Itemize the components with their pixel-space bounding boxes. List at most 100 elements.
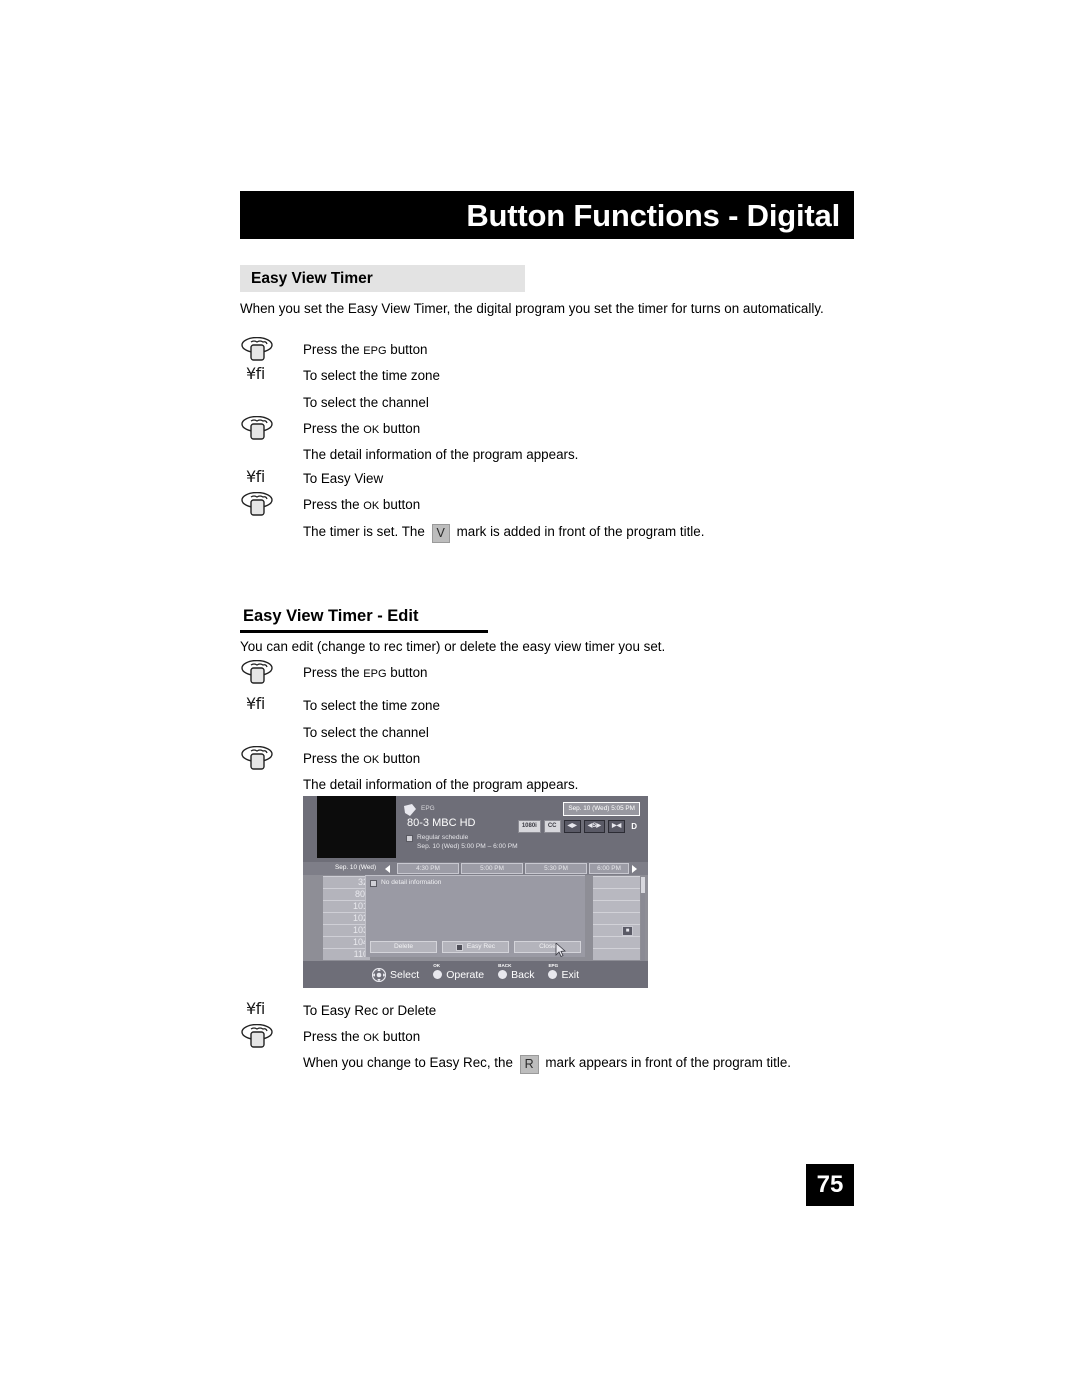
hand-press-icon — [240, 337, 298, 363]
arrow-updown-icon: ¥fi — [240, 466, 298, 492]
page-title: Button Functions - Digital — [466, 197, 840, 233]
epg-logo-label: EPG — [421, 805, 435, 812]
prev-time-arrow-icon[interactable] — [385, 865, 390, 873]
back-button-icon: BACK — [498, 963, 511, 979]
arrow-glyph: ¥fi — [246, 467, 265, 486]
step-label: To select the time zone — [303, 698, 440, 713]
nav-item-operate[interactable]: OK Operate — [433, 963, 484, 981]
next-time-arrow-icon[interactable] — [632, 865, 637, 873]
rec-icon — [455, 943, 463, 951]
step-row: Press the OK button — [240, 746, 850, 772]
nav-item-exit[interactable]: EPG Exit — [548, 963, 579, 981]
badge-cc: CC — [543, 820, 561, 833]
arrow-updown-icon: ¥fi — [240, 363, 298, 389]
v-mark-badge: V — [431, 524, 450, 543]
epg-scrollbar-thumb[interactable] — [641, 877, 645, 893]
nav-item-back[interactable]: BACK Back — [498, 963, 535, 981]
badge-digital: D — [631, 822, 637, 831]
arrow-updown-icon: ¥fi — [240, 693, 298, 719]
channel-cell[interactable]: 103 — [323, 924, 370, 936]
step-row: Press the OK button — [240, 492, 850, 518]
epg-clock: Sep. 10 (Wed) 5:05 PM — [563, 802, 640, 816]
section-heading-label: Easy View Timer — [251, 269, 373, 287]
epg-navigation-bar: Select OK Operate BACK Back EPG Exit — [303, 961, 648, 988]
channel-cell[interactable]: 101 — [323, 900, 370, 912]
nav-label: Select — [390, 968, 420, 981]
step-row: ¥fi To Easy Rec or Delete — [240, 998, 850, 1024]
badge-aspect: ▶◀ — [607, 820, 626, 833]
time-slot[interactable]: 6:00 PM — [589, 863, 629, 874]
epg-screenshot: EPG 80-3 MBC HD Regular schedule Sep. 10… — [303, 796, 648, 988]
step-row: Press the OK button — [240, 1024, 850, 1050]
step-row: The detail information of the program ap… — [240, 772, 850, 798]
epg-schedule-type: Regular schedule — [417, 834, 469, 841]
program-cell[interactable] — [593, 888, 640, 900]
step-row: ¥fi To select the time zone — [240, 693, 850, 719]
nav-cap: EPG — [548, 963, 559, 968]
manual-page: Button Functions - Digital Easy View Tim… — [0, 0, 1080, 1397]
step-label: The detail information of the program ap… — [303, 777, 579, 792]
no-icon-spacer — [240, 720, 298, 746]
step-row: Press the EPG button — [240, 337, 850, 363]
step-row: To select the channel — [240, 720, 850, 746]
channel-cell[interactable]: 80- — [323, 888, 370, 900]
program-detail-dialog: No detail information Delete Easy Rec Cl… — [365, 875, 585, 957]
detail-message: No detail information — [381, 879, 442, 886]
channel-cell[interactable]: 104 — [323, 936, 370, 948]
nav-label: Exit — [561, 968, 579, 981]
easy-rec-button[interactable]: Easy Rec — [442, 941, 509, 953]
hand-press-icon — [240, 746, 298, 772]
schedule-check-icon — [406, 835, 413, 842]
badge-audio: ◀▶ — [563, 820, 581, 833]
no-icon-spacer — [240, 442, 298, 468]
step-label: The detail information of the program ap… — [303, 447, 579, 462]
step-label: Press the OK button — [303, 1029, 421, 1044]
step-row: Press the EPG button — [240, 660, 850, 686]
section2-intro-text: You can edit (change to rec timer) or de… — [240, 639, 666, 654]
time-slot[interactable]: 5:00 PM — [461, 863, 523, 874]
time-slot[interactable]: 5:30 PM — [525, 863, 587, 874]
r-mark-badge: R — [519, 1055, 539, 1074]
epg-schedule-time: Sep. 10 (Wed) 5:00 PM – 6:00 PM — [417, 843, 518, 850]
epg-channel-name: 80-3 MBC HD — [407, 817, 476, 829]
dialog-button-row: Delete Easy Rec Close — [370, 941, 581, 953]
program-cell[interactable] — [593, 948, 640, 960]
channel-cell[interactable]: 110 — [323, 948, 370, 960]
badge-stereo: ◀S▶ — [583, 820, 605, 833]
step-label: Press the OK button — [303, 751, 421, 766]
step-row: To select the channel — [240, 390, 850, 416]
program-cell[interactable] — [593, 876, 640, 888]
dpad-icon — [372, 967, 386, 982]
step-row: Press the OK button — [240, 416, 850, 442]
epg-date-label: Sep. 10 (Wed) — [335, 864, 377, 871]
step-row-final: When you change to Easy Rec, the R mark … — [240, 1050, 850, 1076]
close-button[interactable]: Close — [514, 941, 581, 953]
step-label: Press the EPG button — [303, 342, 428, 357]
nav-cap: BACK — [498, 963, 512, 968]
channel-cell[interactable]: 102 — [323, 912, 370, 924]
program-cell[interactable] — [593, 936, 640, 948]
nav-label: Back — [511, 968, 535, 981]
section-heading-easy-view-timer: Easy View Timer — [240, 265, 525, 292]
time-slot[interactable]: 4:30 PM — [397, 863, 459, 874]
section-heading-label: Easy View Timer - Edit — [243, 607, 419, 625]
program-cell[interactable] — [593, 900, 640, 912]
arrow-glyph: ¥fi — [246, 364, 265, 383]
channel-cell[interactable]: 32 — [323, 876, 370, 888]
step-row-final: The timer is set. The V mark is added in… — [240, 519, 850, 545]
no-icon-spacer — [240, 519, 298, 545]
hand-press-icon — [240, 492, 298, 518]
page-header-banner: Button Functions - Digital — [240, 191, 854, 239]
timer-set-note: The timer is set. The V mark is added in… — [303, 523, 704, 543]
delete-button[interactable]: Delete — [370, 941, 437, 953]
easy-rec-note: When you change to Easy Rec, the R mark … — [303, 1054, 791, 1074]
step-label: Press the OK button — [303, 497, 421, 512]
epg-logo-icon — [404, 804, 416, 816]
arrow-glyph: ¥fi — [246, 999, 265, 1018]
nav-item-select[interactable]: Select — [372, 967, 420, 982]
program-cell[interactable] — [593, 912, 640, 924]
arrow-glyph: ¥fi — [246, 694, 265, 713]
section1-intro-text: When you set the Easy View Timer, the di… — [240, 301, 824, 316]
nav-cap: OK — [433, 963, 441, 968]
step-row: The detail information of the program ap… — [240, 442, 850, 468]
